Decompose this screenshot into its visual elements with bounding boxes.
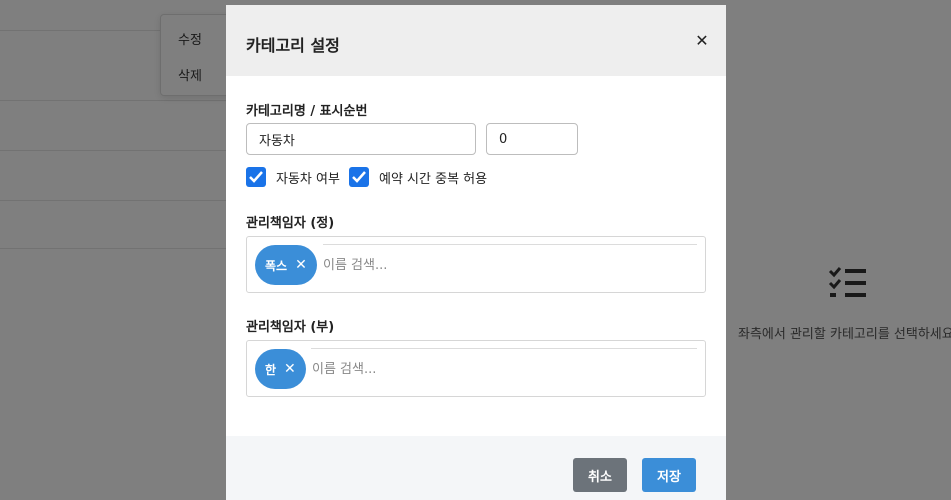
modal-footer: 취소 저장 xyxy=(226,436,726,500)
allow-overlap-checkbox-row[interactable]: 예약 시간 중복 허용 xyxy=(349,167,487,187)
primary-manager-label: 관리책임자 (정) xyxy=(246,216,335,231)
secondary-manager-search-input[interactable] xyxy=(312,359,512,379)
allow-overlap-checkbox-label: 예약 시간 중복 허용 xyxy=(379,171,488,187)
primary-manager-search-input[interactable] xyxy=(323,255,523,275)
remove-chip-icon[interactable]: ✕ xyxy=(284,361,296,377)
secondary-manager-tag-input[interactable]: 한 ✕ xyxy=(246,340,706,397)
secondary-manager-label: 관리책임자 (부) xyxy=(246,320,335,335)
checkmark-icon xyxy=(352,171,366,183)
cancel-button[interactable]: 취소 xyxy=(573,458,627,492)
vehicle-checkbox-row[interactable]: 자동차 여부 xyxy=(246,167,340,187)
category-settings-modal: 카테고리 설정 ✕ 카테고리명 / 표시순번 자동차 여부 예약 시간 중복 허… xyxy=(226,5,726,500)
save-button[interactable]: 저장 xyxy=(642,458,696,492)
chip-label: 한 xyxy=(265,362,277,377)
primary-manager-tag-input[interactable]: 폭스 ✕ xyxy=(246,236,706,293)
chip-label: 폭스 xyxy=(265,258,288,273)
checkmark-icon xyxy=(249,171,263,183)
manager-chip: 폭스 ✕ xyxy=(255,245,317,285)
close-icon[interactable]: ✕ xyxy=(692,31,712,51)
display-order-input[interactable] xyxy=(486,123,578,155)
allow-overlap-checkbox[interactable] xyxy=(349,167,369,187)
name-order-label: 카테고리명 / 표시순번 xyxy=(246,104,368,119)
tag-input-underline xyxy=(311,348,697,349)
vehicle-checkbox-label: 자동차 여부 xyxy=(276,171,340,187)
vehicle-checkbox[interactable] xyxy=(246,167,266,187)
modal-header: 카테고리 설정 ✕ xyxy=(226,5,726,76)
remove-chip-icon[interactable]: ✕ xyxy=(295,257,307,273)
category-name-input[interactable] xyxy=(246,123,476,155)
manager-chip: 한 ✕ xyxy=(255,349,306,389)
tag-input-underline xyxy=(323,244,697,245)
modal-title: 카테고리 설정 xyxy=(246,36,340,55)
